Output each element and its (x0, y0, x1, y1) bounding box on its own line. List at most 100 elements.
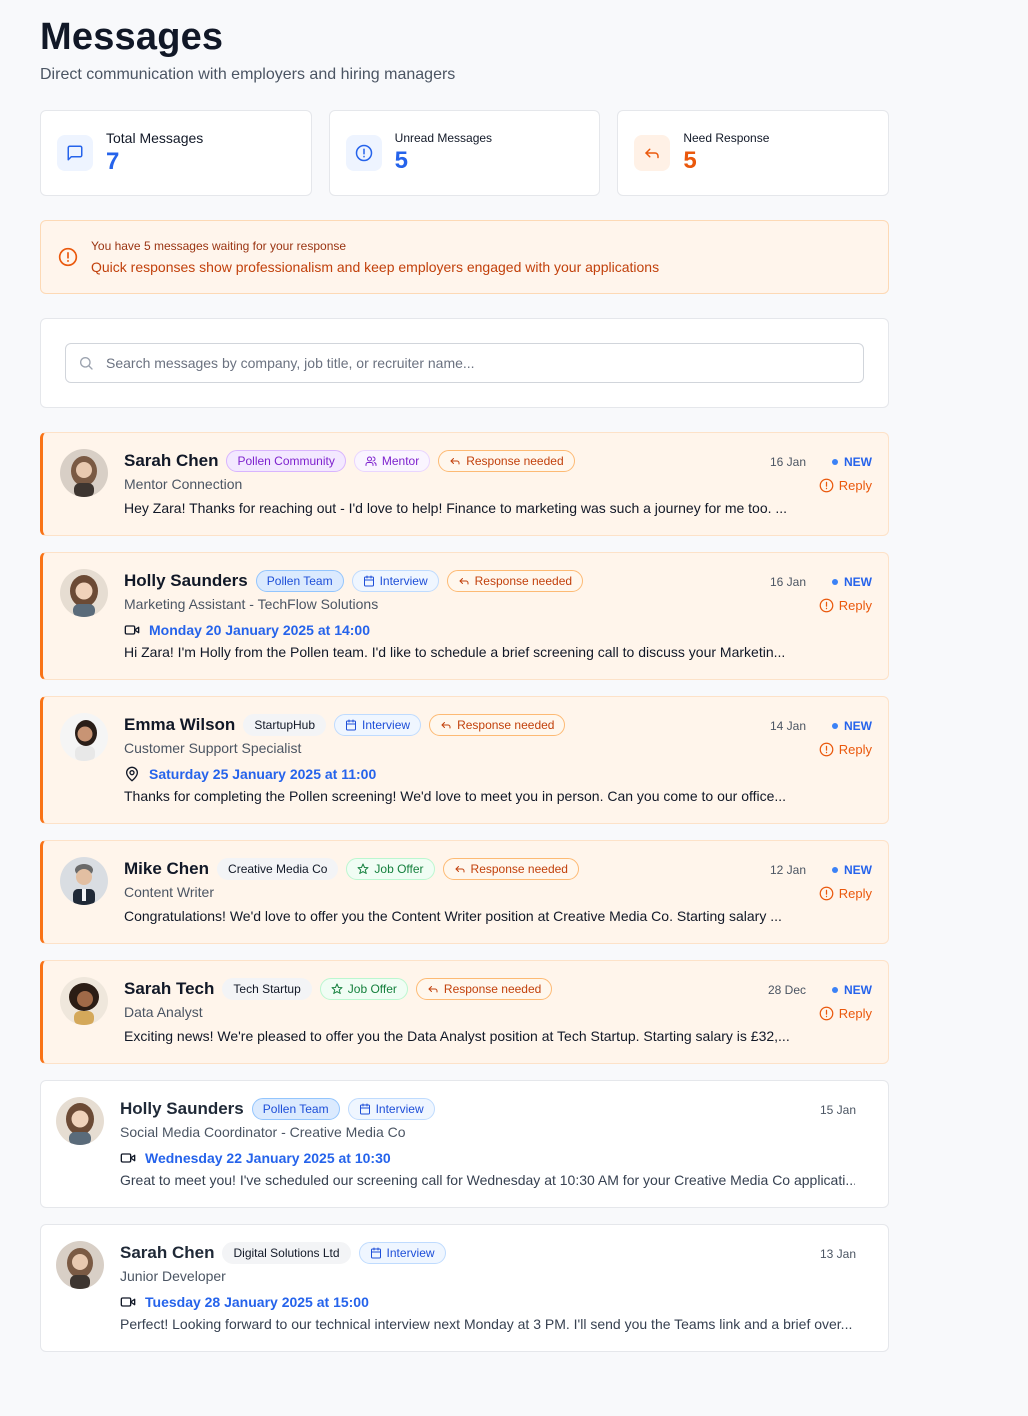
badge-label: Response needed (470, 862, 568, 876)
message-subtitle: Data Analyst (124, 1004, 203, 1020)
interview-time: Tuesday 28 January 2025 at 15:00 (120, 1292, 855, 1311)
alert-circle-icon (819, 742, 834, 757)
badge-type: Job Offer (346, 858, 435, 880)
reply-button[interactable]: Reply (819, 598, 872, 613)
badge-label: Job Offer (374, 862, 424, 876)
message-subtitle: Mentor Connection (124, 476, 243, 492)
unread-dot (832, 987, 838, 993)
message-card[interactable]: Holly Saunders Pollen Team Interview Soc… (40, 1080, 889, 1208)
interview-time: Monday 20 January 2025 at 14:00 (124, 620, 810, 639)
alert-title: You have 5 messages waiting for your res… (91, 239, 347, 253)
stat-label: Unread Messages (394, 131, 493, 145)
message-date: 16 Jan (769, 575, 806, 589)
page-title: Messages (40, 16, 224, 58)
interview-time: Saturday 25 January 2025 at 11:00 (124, 764, 810, 783)
reply-icon (428, 986, 438, 993)
search-box[interactable] (65, 343, 864, 383)
avatar (60, 857, 108, 905)
badge-label: Job Offer (347, 982, 397, 996)
message-card[interactable]: Sarah Chen Digital Solutions Ltd Intervi… (40, 1224, 889, 1352)
badge-response-needed: Response needed (429, 714, 566, 736)
new-indicator: NEW (832, 863, 872, 877)
badge-type: Interview (347, 1098, 435, 1120)
video-icon (120, 1296, 136, 1307)
reply-icon (450, 458, 460, 465)
badge-type: Interview (351, 570, 439, 592)
message-card[interactable]: Emma Wilson StartupHub Interview Respons… (40, 696, 889, 824)
map-pin-icon (125, 766, 139, 782)
reply-label: Reply (838, 886, 872, 901)
alert-circle-icon (345, 135, 382, 171)
badge-source: Pollen Team (255, 570, 344, 592)
response-alert: You have 5 messages waiting for your res… (40, 220, 889, 294)
message-card[interactable]: Sarah Tech Tech Startup Job Offer Respon… (40, 960, 889, 1064)
badge-label: Response needed (474, 574, 573, 588)
message-subtitle: Content Writer (124, 884, 214, 900)
search-card (40, 318, 889, 408)
badge-label: Mentor (381, 454, 420, 468)
badge-source: Pollen Community (226, 450, 346, 472)
reply-label: Reply (838, 598, 872, 613)
interview-time: Wednesday 22 January 2025 at 10:30 (120, 1148, 855, 1167)
new-indicator: NEW (832, 719, 872, 733)
message-preview: Congratulations! We'd love to offer you … (124, 908, 782, 924)
avatar (60, 569, 108, 617)
badge-source: StartupHub (243, 714, 327, 736)
avatar (60, 977, 108, 1025)
reply-button[interactable]: Reply (819, 478, 872, 493)
reply-label: Reply (838, 1006, 872, 1021)
badge-label: Interview (375, 1102, 424, 1116)
search-icon (78, 355, 94, 371)
unread-dot (832, 723, 838, 729)
badge-label: Interview (379, 574, 428, 588)
message-card[interactable]: Mike Chen Creative Media Co Job Offer Re… (40, 840, 889, 944)
badge-source: Pollen Team (251, 1098, 340, 1120)
message-preview: Hi Zara! I'm Holly from the Pollen team.… (124, 644, 786, 660)
calendar-icon (346, 719, 357, 731)
message-square-icon (57, 135, 93, 171)
message-date: 15 Jan (819, 1103, 856, 1117)
reply-icon (441, 722, 451, 729)
star-icon (357, 863, 369, 874)
message-date: 12 Jan (769, 863, 806, 877)
sender-name: Sarah Chen (124, 451, 219, 470)
stats-row: Total Messages 7 Unread Messages 5 Need … (40, 110, 890, 196)
star-icon (331, 983, 343, 994)
message-subtitle: Junior Developer (120, 1268, 226, 1284)
interview-time-text: Tuesday 28 January 2025 at 15:00 (145, 1293, 369, 1310)
reply-button[interactable]: Reply (819, 1006, 872, 1021)
unread-dot (832, 867, 838, 873)
search-input[interactable] (106, 355, 806, 371)
calendar-icon (363, 575, 374, 587)
badge-source: Creative Media Co (217, 858, 339, 880)
sender-name: Sarah Tech (124, 979, 215, 998)
badge-label: Response needed (466, 454, 564, 468)
message-card[interactable]: Holly Saunders Pollen Team Interview Res… (40, 552, 889, 680)
new-label: NEW (844, 455, 872, 469)
unread-dot (832, 579, 838, 585)
new-label: NEW (844, 863, 872, 877)
message-date: 14 Jan (769, 719, 806, 733)
page-subtitle: Direct communication with employers and … (40, 66, 456, 83)
unread-dot (832, 459, 838, 465)
reply-button[interactable]: Reply (819, 886, 872, 901)
message-card[interactable]: Sarah Chen Pollen Community Mentor Respo… (40, 432, 889, 536)
message-subtitle: Marketing Assistant - TechFlow Solutions (124, 596, 379, 612)
badge-label: Interview (362, 718, 411, 732)
alert-circle-icon (819, 1006, 834, 1021)
badge-type: Mentor (353, 450, 431, 472)
users-icon (365, 456, 377, 466)
stat-total-messages: Total Messages 7 (40, 110, 312, 196)
message-date: 16 Jan (769, 455, 806, 469)
reply-button[interactable]: Reply (819, 742, 872, 757)
badge-source: Tech Startup (222, 978, 312, 1000)
badge-response-needed: Response needed (438, 450, 575, 472)
avatar (60, 449, 108, 497)
reply-label: Reply (838, 478, 872, 493)
alert-circle-icon (819, 598, 834, 613)
sender-name: Emma Wilson (124, 715, 236, 734)
stat-value: 7 (106, 148, 120, 175)
sender-name: Holly Saunders (120, 1099, 244, 1118)
message-preview: Great to meet you! I've scheduled our sc… (120, 1172, 855, 1188)
badge-type: Job Offer (319, 978, 408, 1000)
